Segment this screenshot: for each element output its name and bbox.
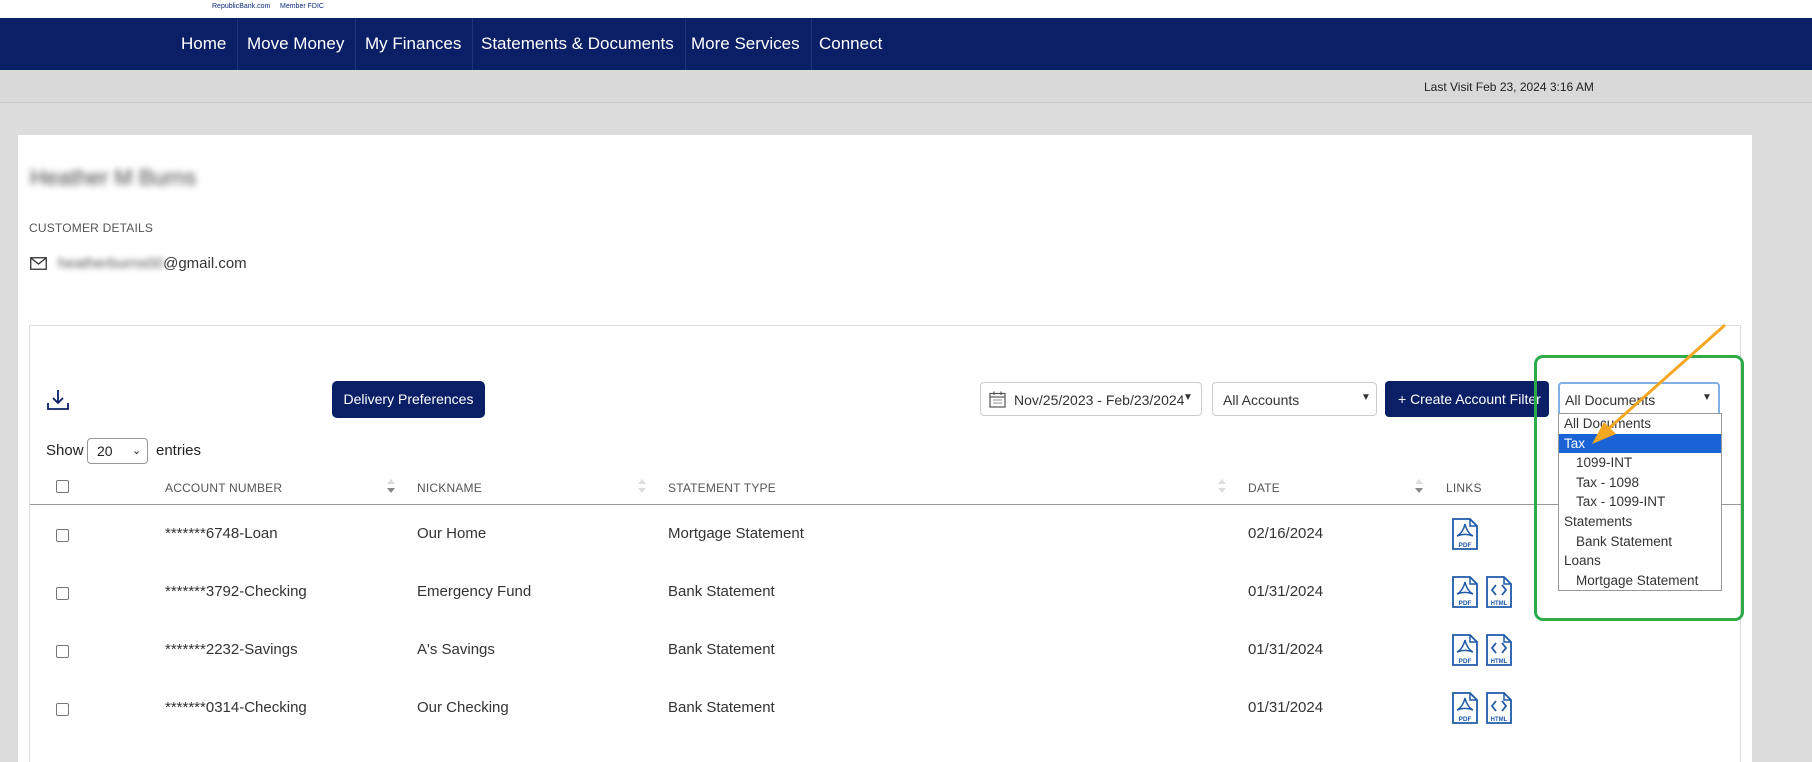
documents-select[interactable]: All Documents ▼ bbox=[1558, 382, 1720, 416]
nav-more-services[interactable]: More Services bbox=[680, 18, 812, 70]
entries-select[interactable]: 20 ⌄ bbox=[87, 438, 148, 464]
caret-down-icon: ▼ bbox=[1183, 392, 1193, 403]
table-row: *******6748-Loan Our Home Mortgage State… bbox=[30, 506, 1742, 564]
dropdown-option-loans[interactable]: Loans bbox=[1559, 551, 1721, 571]
svg-text:PDF: PDF bbox=[1459, 542, 1472, 549]
dropdown-option-bank-statement[interactable]: Bank Statement bbox=[1559, 532, 1721, 552]
nickname: Emergency Fund bbox=[417, 583, 532, 600]
svg-text:PDF: PDF bbox=[1459, 716, 1472, 723]
customer-email: heatherburns00@gmail.com bbox=[58, 255, 247, 272]
create-account-filter-button[interactable]: + Create Account Filter bbox=[1385, 381, 1549, 417]
accounts-select-value: All Accounts bbox=[1223, 392, 1300, 408]
sort-desc-icon[interactable] bbox=[386, 475, 396, 497]
html-file-icon[interactable]: HTML bbox=[1486, 692, 1512, 724]
statement-date: 01/31/2024 bbox=[1248, 699, 1324, 716]
sub-bar: Last Visit Feb 23, 2024 3:16 AM bbox=[0, 70, 1812, 103]
svg-text:HTML: HTML bbox=[1491, 717, 1508, 723]
customer-name: Heather M Burns bbox=[30, 165, 197, 190]
nav-statements-documents[interactable]: Statements & Documents bbox=[470, 18, 686, 70]
nickname: A's Savings bbox=[417, 641, 495, 658]
main-nav: Home Move Money My Finances Statements &… bbox=[0, 18, 1812, 70]
pdf-file-icon[interactable]: PDF bbox=[1452, 634, 1478, 666]
customer-details-label: CUSTOMER DETAILS bbox=[29, 221, 154, 235]
row-checkbox[interactable] bbox=[56, 703, 69, 716]
account-number: *******6748-Loan bbox=[165, 525, 278, 542]
html-file-icon[interactable]: HTML bbox=[1486, 634, 1512, 666]
mail-icon bbox=[30, 257, 47, 270]
email-domain: @gmail.com bbox=[163, 255, 247, 272]
date-range-value: Nov/25/2023 - Feb/23/2024 bbox=[1014, 392, 1185, 408]
content-card: Heather M Burns CUSTOMER DETAILS heather… bbox=[18, 135, 1752, 762]
calendar-icon bbox=[989, 391, 1006, 408]
pdf-file-icon[interactable]: PDF bbox=[1452, 576, 1478, 608]
pdf-file-icon[interactable]: PDF bbox=[1452, 692, 1478, 724]
statement-type: Bank Statement bbox=[668, 699, 775, 716]
table-row: *******3792-Checking Emergency Fund Bank… bbox=[30, 564, 1742, 622]
dropdown-option-tax[interactable]: Tax bbox=[1559, 433, 1721, 454]
dropdown-option-mortgage-statement[interactable]: Mortgage Statement bbox=[1559, 571, 1721, 591]
email-user: heatherburns00 bbox=[58, 255, 164, 272]
column-nickname[interactable]: NICKNAME bbox=[417, 481, 482, 495]
documents-dropdown: All Documents Tax 1099-INT Tax - 1098 Ta… bbox=[1558, 413, 1722, 591]
nickname: Our Checking bbox=[417, 699, 509, 716]
entries-select-value: 20 bbox=[97, 443, 113, 459]
chevron-down-icon: ⌄ bbox=[132, 445, 142, 457]
statement-type: Bank Statement bbox=[668, 641, 775, 658]
table-row: *******0314-Checking Our Checking Bank S… bbox=[30, 680, 1742, 738]
row-checkbox[interactable] bbox=[56, 529, 69, 542]
column-statement-type[interactable]: STATEMENT TYPE bbox=[668, 481, 776, 495]
svg-text:HTML: HTML bbox=[1491, 601, 1508, 607]
svg-text:PDF: PDF bbox=[1459, 658, 1472, 665]
statement-type: Mortgage Statement bbox=[668, 525, 804, 542]
column-links: LINKS bbox=[1446, 481, 1482, 495]
nav-move-money[interactable]: Move Money bbox=[236, 18, 357, 70]
select-all-checkbox[interactable] bbox=[56, 480, 69, 493]
fdic-label: Member FDIC bbox=[280, 3, 324, 10]
pdf-file-icon[interactable]: PDF bbox=[1452, 518, 1478, 550]
documents-select-value: All Documents bbox=[1565, 392, 1656, 408]
column-account-number[interactable]: ACCOUNT NUMBER bbox=[165, 481, 282, 495]
dropdown-option-tax-1099-int[interactable]: Tax - 1099-INT bbox=[1559, 492, 1721, 512]
account-number: *******3792-Checking bbox=[165, 583, 307, 600]
statements-panel: Delivery Preferences Nov/25/2023 - Feb/2… bbox=[29, 325, 1742, 762]
delivery-preferences-button[interactable]: Delivery Preferences bbox=[332, 381, 485, 418]
caret-down-icon: ▼ bbox=[1361, 392, 1371, 403]
last-visit: Last Visit Feb 23, 2024 3:16 AM bbox=[1424, 80, 1594, 94]
sort-icon[interactable] bbox=[1217, 475, 1227, 497]
statement-date: 01/31/2024 bbox=[1248, 583, 1324, 600]
sort-desc-icon[interactable] bbox=[1414, 475, 1424, 497]
dropdown-option-tax-1098[interactable]: Tax - 1098 bbox=[1559, 473, 1721, 493]
caret-down-icon: ▼ bbox=[1702, 392, 1712, 403]
accounts-select[interactable]: All Accounts ▼ bbox=[1212, 382, 1377, 416]
top-strip: RepublicBank.com Member FDIC bbox=[0, 0, 1812, 18]
entries-label: entries bbox=[156, 442, 202, 459]
svg-text:PDF: PDF bbox=[1459, 600, 1472, 607]
statement-date: 01/31/2024 bbox=[1248, 641, 1324, 658]
account-number: *******0314-Checking bbox=[165, 699, 307, 716]
html-file-icon[interactable]: HTML bbox=[1486, 576, 1512, 608]
table-header: ACCOUNT NUMBER NICKNAME STATEMENT TYPE D… bbox=[30, 471, 1742, 505]
dropdown-option-statements[interactable]: Statements bbox=[1559, 512, 1721, 532]
statement-type: Bank Statement bbox=[668, 583, 775, 600]
row-checkbox[interactable] bbox=[56, 587, 69, 600]
sort-icon[interactable] bbox=[637, 475, 647, 497]
bank-site-link[interactable]: RepublicBank.com bbox=[212, 3, 270, 10]
download-icon[interactable] bbox=[46, 388, 70, 412]
show-label: Show bbox=[46, 442, 84, 459]
account-number: *******2232-Savings bbox=[165, 641, 298, 658]
column-date[interactable]: DATE bbox=[1248, 481, 1280, 495]
nav-my-finances[interactable]: My Finances bbox=[354, 18, 474, 70]
dropdown-option-all-documents[interactable]: All Documents bbox=[1559, 414, 1721, 434]
row-checkbox[interactable] bbox=[56, 645, 69, 658]
table-row: *******2232-Savings A's Savings Bank Sta… bbox=[30, 622, 1742, 680]
nav-home[interactable]: Home bbox=[170, 18, 239, 70]
nickname: Our Home bbox=[417, 525, 487, 542]
svg-text:HTML: HTML bbox=[1491, 659, 1508, 665]
nav-connect[interactable]: Connect bbox=[808, 18, 893, 70]
dropdown-option-1099-int[interactable]: 1099-INT bbox=[1559, 453, 1721, 473]
date-range-picker[interactable]: Nov/25/2023 - Feb/23/2024 ▼ bbox=[980, 382, 1202, 416]
statement-date: 02/16/2024 bbox=[1248, 525, 1324, 542]
